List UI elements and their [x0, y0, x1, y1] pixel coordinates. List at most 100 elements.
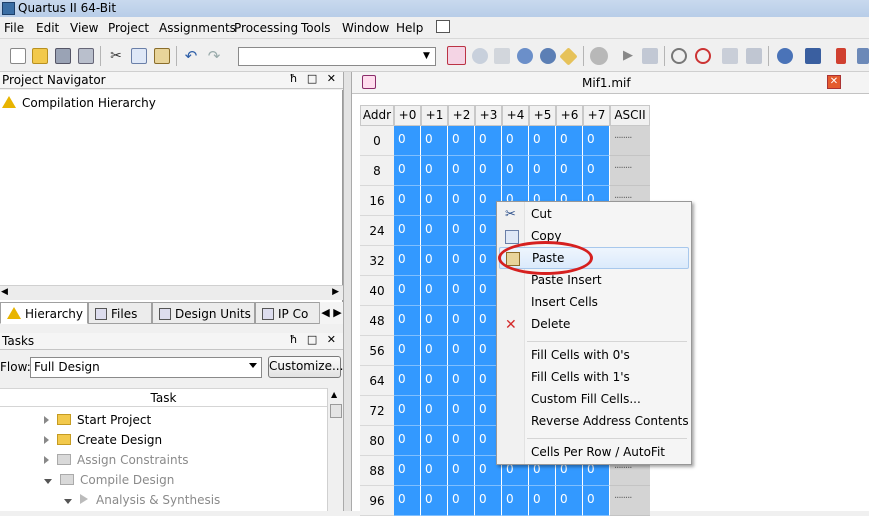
- expand-arrow-icon[interactable]: [44, 416, 49, 424]
- memory-cell[interactable]: 0: [502, 156, 529, 186]
- memory-cell[interactable]: 0: [448, 486, 475, 516]
- memory-cell[interactable]: 0: [583, 126, 610, 156]
- menu-item-cut[interactable]: ✂ Cut: [497, 204, 691, 226]
- menu-item-custom-fill[interactable]: Custom Fill Cells...: [497, 389, 691, 411]
- timing-icon[interactable]: [671, 48, 687, 64]
- memory-cell[interactable]: 0: [556, 156, 583, 186]
- technology-map-icon[interactable]: [746, 48, 762, 64]
- settings-icon[interactable]: [517, 48, 533, 64]
- memory-cell[interactable]: 0: [421, 216, 448, 246]
- memory-cell[interactable]: 0: [394, 186, 421, 216]
- copy-icon[interactable]: [131, 48, 147, 64]
- tab-scroll-arrows[interactable]: ◀ ▶: [319, 302, 343, 324]
- memory-cell[interactable]: 0: [448, 426, 475, 456]
- menu-window[interactable]: Window: [342, 21, 389, 35]
- save-icon[interactable]: [55, 48, 71, 64]
- chip-planner-icon[interactable]: [447, 46, 466, 65]
- collapse-arrow-icon[interactable]: [44, 479, 52, 484]
- assignment-editor-icon[interactable]: [494, 48, 510, 64]
- memory-cell[interactable]: 0: [421, 336, 448, 366]
- menu-view[interactable]: View: [70, 21, 98, 35]
- expand-arrow-icon[interactable]: [44, 456, 49, 464]
- expand-arrow-icon[interactable]: [44, 436, 49, 444]
- memory-cell[interactable]: 0: [475, 156, 502, 186]
- compile-settings-icon[interactable]: [540, 48, 556, 64]
- memory-cell[interactable]: 0: [421, 366, 448, 396]
- memory-cell[interactable]: 0: [394, 426, 421, 456]
- memory-cell[interactable]: 0: [394, 246, 421, 276]
- memory-cell[interactable]: 0: [421, 126, 448, 156]
- memory-cell[interactable]: 0: [394, 276, 421, 306]
- whats-this-icon[interactable]: [436, 20, 450, 33]
- memory-cell[interactable]: 0: [448, 366, 475, 396]
- undo-icon[interactable]: ↶: [183, 48, 199, 64]
- menu-item-delete[interactable]: ✕ Delete: [497, 314, 691, 336]
- ascii-cell[interactable]: ........: [610, 486, 650, 516]
- start-compile-icon[interactable]: ▶: [620, 48, 636, 64]
- memory-cell[interactable]: 0: [556, 486, 583, 516]
- rtl-viewer-icon[interactable]: [722, 48, 738, 64]
- memory-cell[interactable]: 0: [583, 486, 610, 516]
- menu-item-insert-cells[interactable]: Insert Cells: [497, 292, 691, 314]
- menu-item-reverse-address[interactable]: Reverse Address Contents: [497, 411, 691, 433]
- menu-item-fill-ones[interactable]: Fill Cells with 1's: [497, 367, 691, 389]
- save-all-icon[interactable]: [78, 48, 94, 64]
- tab-design-units[interactable]: Design Units: [152, 302, 255, 324]
- memory-cell[interactable]: 0: [421, 276, 448, 306]
- memory-cell[interactable]: 0: [421, 246, 448, 276]
- menu-project[interactable]: Project: [108, 21, 149, 35]
- tab-ip-components[interactable]: IP Co: [255, 302, 320, 324]
- memory-cell[interactable]: 0: [448, 216, 475, 246]
- redo-icon[interactable]: ↷: [206, 48, 222, 64]
- customize-button[interactable]: Customize...: [268, 356, 343, 378]
- task-row-analysis-synthesis[interactable]: Analysis & Synthesis: [64, 493, 220, 513]
- memory-cell[interactable]: 0: [421, 486, 448, 516]
- signaltap-icon[interactable]: [805, 48, 821, 64]
- scroll-right-icon[interactable]: ▶: [332, 287, 339, 297]
- programmer-icon[interactable]: [777, 48, 793, 64]
- memory-cell[interactable]: 0: [475, 126, 502, 156]
- memory-cell[interactable]: 0: [448, 156, 475, 186]
- ip-catalog-icon[interactable]: [836, 48, 846, 64]
- memory-cell[interactable]: 0: [448, 336, 475, 366]
- menu-item-cells-per-row[interactable]: Cells Per Row / AutoFit: [497, 442, 691, 464]
- memory-cell[interactable]: 0: [448, 186, 475, 216]
- memory-cell[interactable]: 0: [475, 486, 502, 516]
- memory-cell[interactable]: 0: [448, 396, 475, 426]
- cut-icon[interactable]: ✂: [108, 48, 124, 64]
- flow-select[interactable]: Full Design: [30, 357, 262, 378]
- memory-cell[interactable]: 0: [448, 276, 475, 306]
- memory-cell[interactable]: 0: [421, 306, 448, 336]
- memory-cell[interactable]: 0: [529, 486, 556, 516]
- memory-cell[interactable]: 0: [448, 306, 475, 336]
- menu-processing[interactable]: Processing: [234, 21, 298, 35]
- task-row-assign-constraints[interactable]: Assign Constraints: [44, 453, 189, 473]
- menu-edit[interactable]: Edit: [36, 21, 59, 35]
- memory-cell[interactable]: 0: [421, 456, 448, 486]
- memory-cell[interactable]: 0: [529, 156, 556, 186]
- collapse-arrow-icon[interactable]: [64, 499, 72, 504]
- memory-cell[interactable]: 0: [394, 306, 421, 336]
- task-row-compile-design[interactable]: Compile Design: [44, 473, 174, 493]
- menu-tools[interactable]: Tools: [301, 21, 331, 35]
- editor-tab-title[interactable]: Mif1.mif: [582, 76, 631, 90]
- netlist-icon[interactable]: [559, 47, 578, 66]
- timequest-icon[interactable]: [695, 48, 711, 64]
- scroll-left-icon[interactable]: ◀: [1, 287, 8, 297]
- menu-help[interactable]: Help: [396, 21, 423, 35]
- memory-cell[interactable]: 0: [394, 336, 421, 366]
- task-row-start-project[interactable]: Start Project: [44, 413, 151, 433]
- memory-cell[interactable]: 0: [394, 216, 421, 246]
- tab-files[interactable]: Files: [88, 302, 152, 324]
- memory-cell[interactable]: 0: [421, 396, 448, 426]
- navigator-hscrollbar[interactable]: ◀ ▶: [0, 285, 343, 300]
- memory-cell[interactable]: 0: [394, 156, 421, 186]
- ascii-cell[interactable]: ........: [610, 126, 650, 156]
- scroll-thumb[interactable]: [330, 404, 342, 418]
- memory-cell[interactable]: 0: [394, 456, 421, 486]
- tab-hierarchy[interactable]: Hierarchy: [0, 302, 88, 324]
- memory-cell[interactable]: 0: [502, 486, 529, 516]
- stop-icon[interactable]: [590, 47, 608, 65]
- panel-splitter[interactable]: [343, 72, 352, 511]
- memory-cell[interactable]: 0: [421, 426, 448, 456]
